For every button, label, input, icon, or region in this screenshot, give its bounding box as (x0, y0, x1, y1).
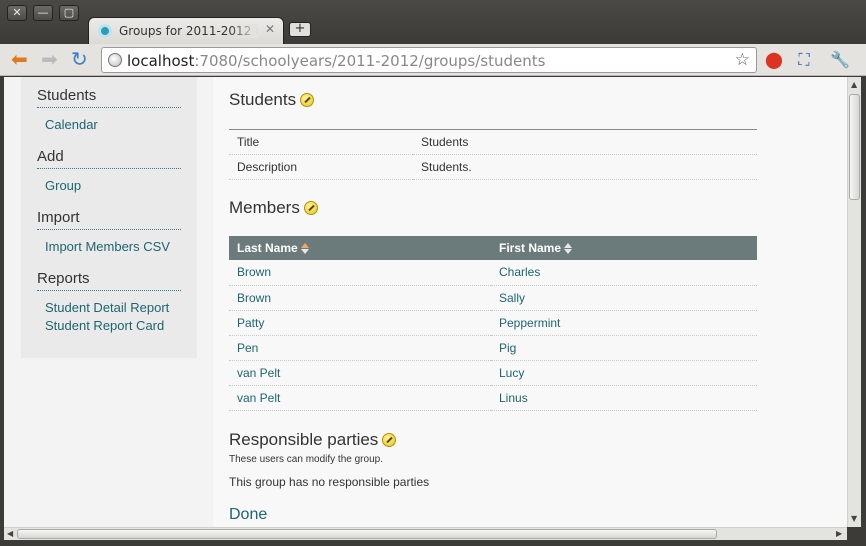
edit-pencil-icon[interactable] (300, 93, 315, 107)
column-header-last-name[interactable]: Last Name (229, 236, 491, 260)
scroll-down-arrow-icon[interactable]: ▼ (851, 514, 857, 523)
member-last-name-link[interactable]: Patty (229, 310, 491, 336)
table-header-row: Last Name First Name (229, 236, 757, 260)
tab-close-icon[interactable]: ✕ (265, 22, 275, 36)
tab-title: Groups for 2011-2012 » SI (119, 24, 259, 38)
tab-favicon-icon (98, 24, 112, 38)
sidebar: Students Calendar Add Group Import Impor… (21, 77, 197, 358)
edit-pencil-icon[interactable] (382, 432, 397, 447)
sort-icon[interactable] (300, 243, 310, 255)
sidebar-section-reports: Reports Student Detail Report Student Re… (37, 270, 181, 335)
responsible-parties-heading: Responsible parties (229, 430, 831, 450)
sidebar-link-group[interactable]: Group (45, 177, 181, 195)
responsible-parties-empty-text: This group has no responsible parties (229, 474, 430, 489)
member-last-name-link[interactable]: Pen (229, 335, 491, 361)
browser-tab[interactable]: Groups for 2011-2012 » SI ✕ (88, 17, 284, 44)
table-row: Brown Charles (229, 260, 757, 286)
address-bar[interactable]: localhost:7080/schoolyears/2011-2012/gro… (101, 47, 757, 73)
members-title: Members (229, 198, 300, 217)
sidebar-heading: Students (37, 87, 181, 108)
group-info-table: Title Students Description Students. (229, 129, 757, 180)
table-row: Patty Peppermint (229, 310, 757, 336)
url-text[interactable]: localhost:7080/schoolyears/2011-2012/gro… (127, 52, 545, 70)
table-row: Pen Pig (229, 335, 757, 361)
table-row: Brown Sally (229, 285, 757, 311)
member-first-name-link[interactable]: Charles (491, 260, 757, 286)
vertical-scroll-thumb[interactable] (849, 94, 860, 200)
table-row: van Pelt Lucy (229, 360, 757, 386)
sidebar-link-student-detail-report[interactable]: Student Detail Report (45, 299, 181, 317)
back-arrow-icon[interactable]: ⬅ (11, 48, 28, 70)
member-last-name-link[interactable]: Brown (229, 260, 491, 286)
reload-icon[interactable]: ↻ (71, 48, 88, 70)
member-first-name-link[interactable]: Peppermint (491, 310, 757, 336)
browser-toolbar: ⬅ ➡ ↻ localhost:7080/schoolyears/2011-20… (0, 44, 866, 76)
bookmark-star-icon[interactable]: ☆ (735, 50, 750, 70)
responsible-parties-note: These users can modify the group. (229, 453, 383, 465)
member-last-name-link[interactable]: Brown (229, 285, 491, 311)
wrench-icon[interactable]: 🔧 (830, 50, 850, 70)
member-first-name-link[interactable]: Linus (491, 385, 757, 411)
close-window-icon[interactable]: ✕ (7, 5, 27, 21)
group-title-heading: Students (229, 90, 831, 110)
main-content: Students Title Students Description Stud… (213, 77, 847, 527)
responsible-parties-title: Responsible parties (229, 429, 379, 449)
new-tab-button[interactable]: + (289, 22, 311, 37)
sort-icon[interactable] (563, 243, 573, 255)
table-row: van Pelt Linus (229, 385, 757, 411)
member-first-name-link[interactable]: Pig (491, 335, 757, 361)
maximize-window-icon[interactable]: ▢ (59, 5, 79, 21)
field-value: Students (413, 129, 757, 155)
sidebar-link-import-members-csv[interactable]: Import Members CSV (45, 238, 181, 256)
field-label: Title (229, 129, 413, 155)
scroll-left-arrow-icon[interactable]: ◀ (7, 529, 13, 538)
edit-pencil-icon[interactable] (303, 201, 318, 215)
sidebar-link-calendar[interactable]: Calendar (45, 116, 181, 134)
fullscreen-icon[interactable]: ⛶ (794, 50, 814, 70)
table-row: Title Students (229, 129, 757, 155)
globe-icon (108, 53, 122, 67)
minimize-window-icon[interactable]: — (33, 5, 53, 21)
sidebar-link-student-report-card[interactable]: Student Report Card (45, 317, 181, 335)
page-viewport: Students Calendar Add Group Import Impor… (4, 77, 847, 527)
scroll-right-arrow-icon[interactable]: ▶ (836, 529, 842, 538)
group-title: Students (229, 90, 297, 109)
member-last-name-link[interactable]: van Pelt (229, 385, 491, 411)
column-header-first-name[interactable]: First Name (491, 236, 757, 260)
member-first-name-link[interactable]: Lucy (491, 360, 757, 386)
done-link[interactable]: Done (229, 506, 831, 524)
vertical-scrollbar[interactable]: ▲ ▼ (847, 77, 861, 527)
horizontal-scrollbar[interactable]: ◀ ▶ (4, 527, 847, 540)
field-value: Students. (413, 154, 757, 180)
adblock-icon[interactable]: ⬤ (764, 50, 784, 70)
sidebar-section-students: Students Calendar (37, 87, 181, 134)
member-last-name-link[interactable]: van Pelt (229, 360, 491, 386)
sidebar-heading: Add (37, 148, 181, 169)
horizontal-scroll-thumb[interactable] (17, 529, 717, 539)
sidebar-heading: Import (37, 209, 181, 230)
table-row: Description Students. (229, 154, 757, 180)
scroll-up-arrow-icon[interactable]: ▲ (851, 80, 857, 89)
sidebar-section-import: Import Import Members CSV (37, 209, 181, 256)
sidebar-heading: Reports (37, 270, 181, 291)
members-heading: Members (229, 198, 831, 218)
field-label: Description (229, 154, 413, 180)
window-titlebar: ✕ — ▢ Groups for 2011-2012 » SI ✕ + (0, 0, 866, 44)
members-table: Last Name First Name Brown Charles Brown… (229, 236, 757, 411)
forward-arrow-icon[interactable]: ➡ (41, 48, 58, 70)
sidebar-section-add: Add Group (37, 148, 181, 195)
member-first-name-link[interactable]: Sally (491, 285, 757, 311)
